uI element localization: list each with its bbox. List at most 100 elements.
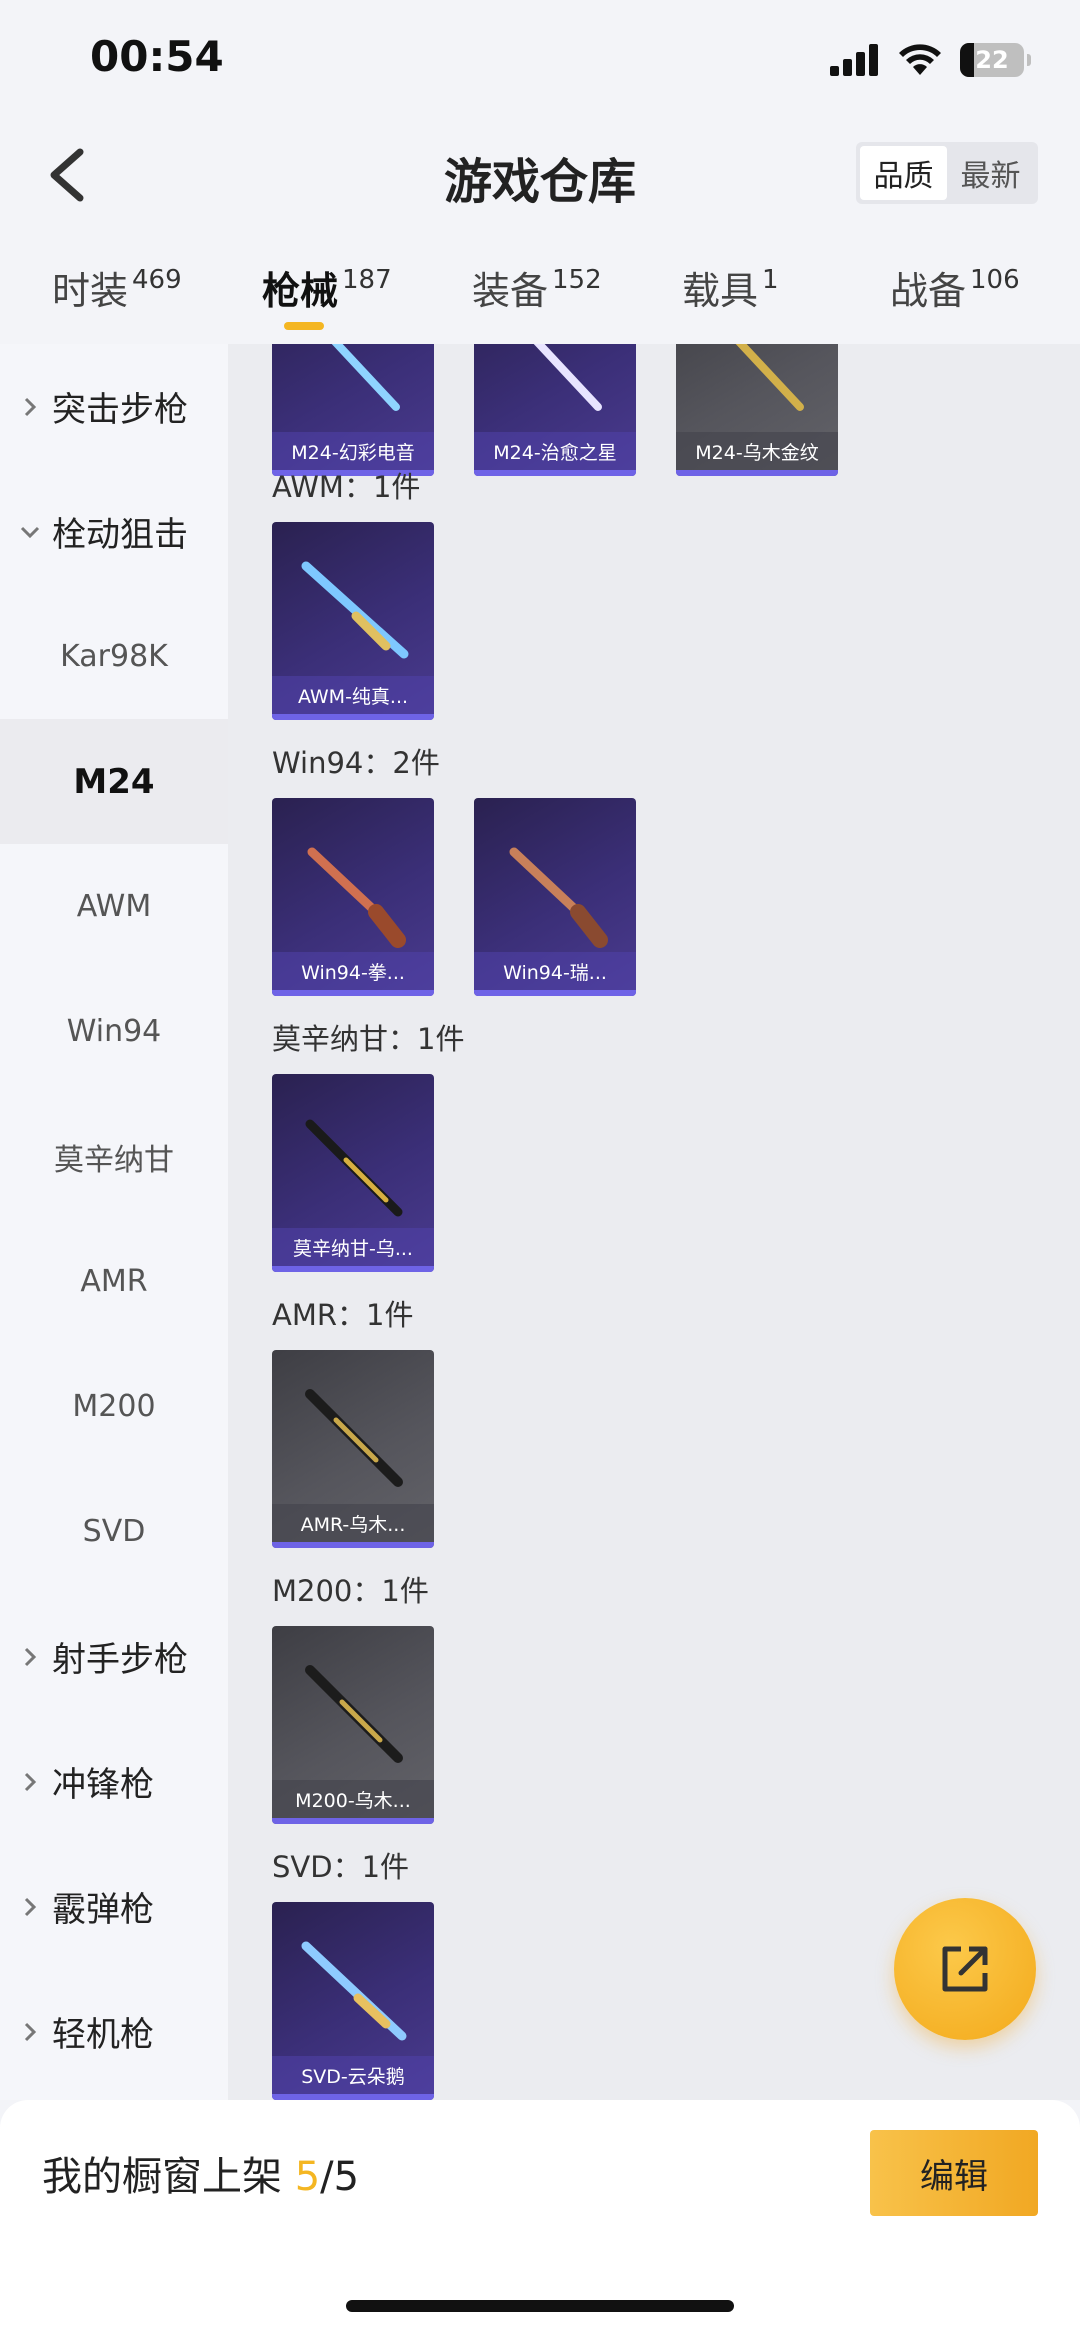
sidebar-item-mosin[interactable]: 莫辛纳甘: [0, 1094, 228, 1219]
sidebar-item-lmg[interactable]: 轻机枪: [0, 1969, 228, 2094]
rifle-icon: [533, 344, 602, 411]
sidebar-item-label: 冲锋枪: [52, 1765, 154, 1805]
rifle-icon: [305, 1389, 403, 1487]
weapon-card[interactable]: AWM-纯真...: [272, 522, 434, 720]
weapon-card[interactable]: 莫辛纳甘-乌...: [272, 1074, 434, 1272]
sidebar-item-label: 莫辛纳甘: [54, 1142, 174, 1178]
weapon-card[interactable]: M24-幻彩电音: [272, 344, 434, 476]
sidebar-item-label: 栓动狙击: [52, 515, 188, 555]
sidebar-item-label: SVD: [82, 1514, 146, 1549]
tab-vehicles[interactable]: 载具 1: [682, 260, 779, 315]
battery-indicator: 22: [960, 43, 1031, 77]
section-title-m200: M200：1件: [272, 1574, 429, 1608]
sidebar-item-svd[interactable]: SVD: [0, 1469, 228, 1594]
rarity-bar: [676, 470, 838, 476]
weapon-card[interactable]: M200-乌木...: [272, 1626, 434, 1824]
tab-label: 枪械: [262, 269, 339, 313]
weapon-card[interactable]: M24-乌木金纹: [676, 344, 838, 476]
status-bar: 00:54 22: [0, 0, 1080, 120]
sidebar-item-label: Kar98K: [60, 639, 168, 674]
active-tab-indicator: [284, 322, 324, 330]
weapon-name: M200-乌木...: [272, 1780, 434, 1818]
rifle-icon: [305, 1665, 403, 1763]
section-title-svd: SVD：1件: [272, 1850, 410, 1884]
section-title-awm: AWM：1件: [272, 470, 421, 504]
sidebar-item-label: Win94: [66, 1014, 162, 1049]
sidebar-item-label: M24: [73, 761, 155, 802]
showcase-status: 我的橱窗上架 5/5: [42, 2144, 359, 2202]
tab-label: 时装: [52, 269, 129, 313]
showcase-count: 5: [294, 2154, 321, 2200]
rarity-bar: [272, 990, 434, 996]
tab-count: 152: [552, 265, 602, 295]
tab-count: 187: [342, 265, 392, 295]
sidebar-item-label: 霰弹枪: [52, 1890, 154, 1930]
section-title-win94: Win94：2件: [272, 746, 440, 780]
rifle-icon: [301, 561, 409, 659]
edit-button[interactable]: 编辑: [870, 2130, 1038, 2216]
chevron-down-icon: [20, 526, 40, 538]
share-fab-button[interactable]: [894, 1898, 1036, 2040]
rifle-icon: [331, 344, 400, 411]
showcase-label: 我的橱窗上架: [42, 2154, 282, 2200]
sidebar-item-m200[interactable]: M200: [0, 1344, 228, 1469]
sidebar-item-awm[interactable]: AWM: [0, 844, 228, 969]
section-title-mosin: 莫辛纳甘：1件: [272, 1022, 465, 1056]
sidebar-item-label: AMR: [80, 1264, 148, 1299]
weapon-name: Win94-瑞...: [474, 952, 636, 990]
weapon-card[interactable]: M24-治愈之星: [474, 344, 636, 476]
rifle-icon: [509, 847, 608, 948]
tab-firearms[interactable]: 枪械 187: [262, 260, 392, 315]
tab-supplies[interactable]: 战备 106: [890, 260, 1020, 315]
tab-equipment[interactable]: 装备 152: [472, 260, 602, 315]
weapon-name: M24-乌木金纹: [676, 432, 838, 470]
weapon-card[interactable]: SVD-云朵鹅: [272, 1902, 434, 2100]
weapon-name: 莫辛纳甘-乌...: [272, 1228, 434, 1266]
sidebar-item-label: 突击步枪: [52, 390, 188, 430]
sort-newest-option[interactable]: 最新: [947, 146, 1034, 200]
weapon-category-sidebar: 突击步枪 栓动狙击 Kar98K M24 AWM Win94 莫辛纳甘 AMR …: [0, 344, 228, 2100]
share-external-icon: [942, 1946, 988, 1992]
weapon-name: Win94-拳...: [272, 952, 434, 990]
sidebar-item-marksman[interactable]: 射手步枪: [0, 1594, 228, 1719]
tab-count: 106: [970, 265, 1020, 295]
sidebar-item-win94[interactable]: Win94: [0, 969, 228, 1094]
weapon-name: SVD-云朵鹅: [272, 2056, 434, 2094]
chevron-right-icon: [24, 397, 37, 416]
status-icons: 22: [830, 40, 1031, 80]
weapon-name: M24-治愈之星: [474, 432, 636, 470]
weapon-name: AMR-乌木...: [272, 1504, 434, 1542]
tab-count: 1: [762, 265, 779, 295]
sort-quality-option[interactable]: 品质: [860, 146, 947, 200]
category-tabs: 时装 469 枪械 187 装备 152 载具 1 战备 106: [0, 236, 1080, 344]
chevron-right-icon: [24, 2022, 37, 2041]
sort-toggle: 品质 最新: [856, 142, 1038, 204]
tab-costume[interactable]: 时装 469: [52, 260, 182, 315]
section-title-amr: AMR：1件: [272, 1298, 414, 1332]
sidebar-item-amr[interactable]: AMR: [0, 1219, 228, 1344]
weapon-name: AWM-纯真...: [272, 676, 434, 714]
nav-bar: 游戏仓库 品质 最新: [0, 120, 1080, 230]
sidebar-item-shotgun[interactable]: 霰弹枪: [0, 1844, 228, 1969]
tab-label: 载具: [682, 269, 759, 313]
sidebar-item-smg[interactable]: 冲锋枪: [0, 1719, 228, 1844]
sidebar-item-m24[interactable]: M24: [0, 719, 228, 844]
weapon-card[interactable]: Win94-拳...: [272, 798, 434, 996]
weapon-card[interactable]: AMR-乌木...: [272, 1350, 434, 1548]
tab-label: 装备: [472, 269, 549, 313]
rarity-bar: [272, 714, 434, 720]
sidebar-item-label: 轻机枪: [52, 2015, 154, 2055]
tab-count: 469: [132, 265, 182, 295]
weapon-card[interactable]: Win94-瑞...: [474, 798, 636, 996]
tab-label: 战备: [890, 269, 967, 313]
rarity-bar: [474, 470, 636, 476]
sidebar-item-kar98k[interactable]: Kar98K: [0, 594, 228, 719]
rarity-bar: [272, 1542, 434, 1548]
sidebar-item-assault-rifles[interactable]: 突击步枪: [0, 344, 228, 469]
sidebar-item-bolt-action[interactable]: 栓动狙击: [0, 469, 228, 594]
signal-icon: [830, 44, 878, 76]
status-time: 00:54: [90, 32, 224, 81]
rifle-icon: [305, 1119, 403, 1217]
sidebar-item-label: 射手步枪: [52, 1640, 188, 1680]
home-indicator: [346, 2300, 734, 2312]
